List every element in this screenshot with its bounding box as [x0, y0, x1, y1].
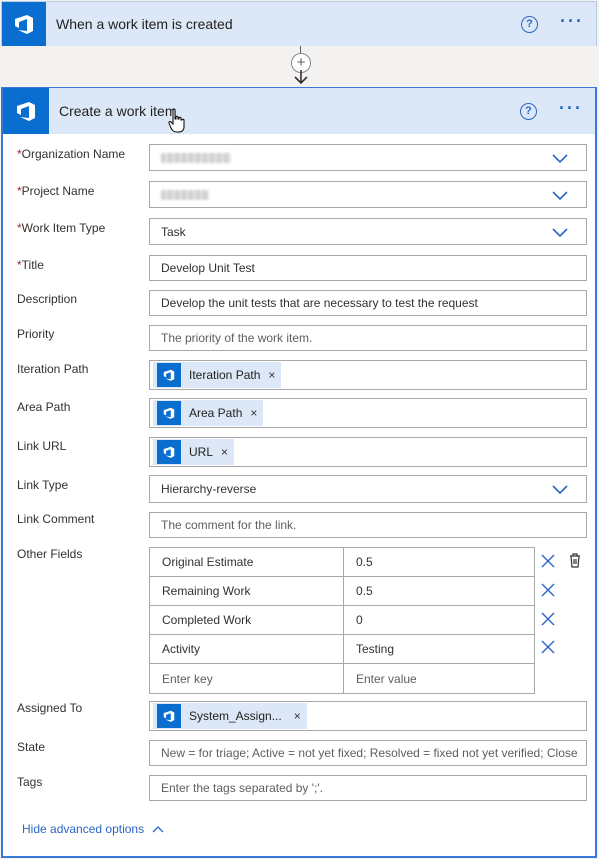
delete-x-icon[interactable] — [541, 554, 555, 568]
dynamic-content-token[interactable]: Area Path × — [153, 400, 264, 426]
dynamic-content-token[interactable]: Iteration Path × — [153, 362, 282, 388]
field-value-input[interactable]: Testing — [344, 635, 534, 663]
chevron-down-icon[interactable] — [552, 154, 568, 164]
organization-dropdown[interactable] — [149, 144, 587, 171]
more-options-icon[interactable]: ··· — [559, 99, 583, 119]
azure-devops-logo-icon — [157, 363, 181, 387]
token-label: System_Assign... — [189, 709, 282, 723]
azure-devops-logo-icon — [3, 88, 49, 134]
tags-placeholder: Enter the tags separated by ';'. — [161, 781, 324, 795]
trigger-title: When a work item is created — [56, 16, 233, 32]
token-label: Iteration Path — [189, 368, 261, 382]
dynamic-content-token[interactable]: URL × — [153, 439, 235, 465]
new-key-input[interactable]: Enter key — [150, 664, 344, 693]
help-icon[interactable]: ? — [521, 15, 539, 33]
azure-devops-logo-icon — [2, 2, 46, 46]
redacted-value — [161, 189, 209, 200]
hide-advanced-options-link[interactable]: Hide advanced options — [22, 822, 164, 836]
work-item-type-value: Task — [161, 224, 186, 239]
delete-x-icon[interactable] — [541, 612, 555, 626]
area-path-input[interactable]: Area Path × — [149, 398, 587, 428]
priority-label: Priority — [17, 327, 55, 341]
work-item-type-label: *Work Item Type — [17, 221, 106, 235]
assigned-to-input[interactable]: System_Assign... × — [149, 701, 587, 731]
token-label: Area Path — [189, 406, 243, 420]
priority-input[interactable]: The priority of the work item. — [149, 325, 587, 351]
step-connector: + — [291, 46, 311, 86]
token-remove-icon[interactable]: × — [250, 406, 257, 420]
title-input[interactable]: Develop Unit Test — [149, 255, 587, 281]
token-remove-icon[interactable]: × — [221, 445, 228, 459]
more-options-icon[interactable]: ··· — [560, 12, 584, 32]
other-fields-label: Other Fields — [17, 547, 83, 561]
field-key-input[interactable]: Activity — [150, 635, 344, 663]
assigned-to-label: Assigned To — [17, 701, 83, 715]
iteration-path-label: Iteration Path — [17, 362, 89, 376]
state-label: State — [17, 740, 46, 754]
chevron-down-icon[interactable] — [552, 191, 568, 201]
field-value-input[interactable]: 0 — [344, 606, 534, 634]
help-icon[interactable]: ? — [520, 102, 538, 120]
field-value-input[interactable]: 0.5 — [344, 577, 534, 605]
chevron-down-icon[interactable] — [552, 485, 568, 495]
azure-devops-logo-icon — [157, 401, 181, 425]
action-header[interactable]: Create a work item ? ··· — [3, 88, 595, 134]
table-row: Enter key Enter value — [150, 664, 534, 693]
state-placeholder: New = for triage; Active = not yet fixed… — [161, 746, 578, 760]
link-comment-label: Link Comment — [17, 512, 95, 526]
link-comment-placeholder: The comment for the link. — [161, 518, 297, 532]
link-type-dropdown[interactable]: Hierarchy-reverse — [149, 475, 587, 503]
work-item-type-dropdown[interactable]: Task — [149, 218, 587, 245]
project-label: *Project Name — [17, 184, 95, 198]
chevron-down-icon[interactable] — [552, 228, 568, 238]
arrow-down-icon — [294, 70, 308, 84]
priority-placeholder: The priority of the work item. — [161, 331, 313, 345]
field-key-input[interactable]: Original Estimate — [150, 548, 344, 576]
redacted-value — [161, 152, 231, 163]
token-remove-icon[interactable]: × — [268, 368, 275, 382]
trash-icon[interactable] — [568, 552, 582, 568]
trigger-header[interactable]: When a work item is created ? ··· — [2, 2, 596, 46]
link-url-label: Link URL — [17, 439, 67, 453]
action-title: Create a work item — [59, 103, 177, 119]
table-row: Completed Work 0 — [150, 606, 534, 635]
azure-devops-logo-icon — [157, 704, 181, 728]
chevron-up-icon — [152, 826, 164, 833]
action-card: Create a work item ? ··· *Organization N… — [1, 87, 597, 858]
other-fields-table: Original Estimate 0.5 Remaining Work 0.5… — [149, 547, 535, 694]
azure-devops-logo-icon — [157, 440, 181, 464]
tags-label: Tags — [17, 775, 43, 789]
field-value-input[interactable]: 0.5 — [344, 548, 534, 576]
iteration-path-input[interactable]: Iteration Path × — [149, 360, 587, 390]
hand-cursor-icon — [168, 108, 185, 133]
description-value: Develop the unit tests that are necessar… — [161, 296, 478, 310]
link-type-value: Hierarchy-reverse — [161, 482, 257, 496]
field-key-input[interactable]: Remaining Work — [150, 577, 344, 605]
tags-input[interactable]: Enter the tags separated by ';'. — [149, 775, 587, 801]
organization-label: *Organization Name — [17, 147, 126, 161]
area-path-label: Area Path — [17, 400, 71, 414]
link-comment-input[interactable]: The comment for the link. — [149, 512, 587, 538]
token-label: URL — [189, 445, 214, 459]
title-value: Develop Unit Test — [161, 261, 255, 275]
delete-x-icon[interactable] — [541, 583, 555, 597]
table-row: Remaining Work 0.5 — [150, 577, 534, 606]
hide-advanced-label: Hide advanced options — [22, 822, 145, 836]
new-value-input[interactable]: Enter value — [344, 664, 534, 693]
field-key-input[interactable]: Completed Work — [150, 606, 344, 634]
title-label: *Title — [17, 258, 44, 272]
table-row: Original Estimate 0.5 — [150, 548, 534, 577]
delete-x-icon[interactable] — [541, 640, 555, 654]
trigger-card[interactable]: When a work item is created ? ··· — [1, 1, 597, 46]
dynamic-content-token[interactable]: System_Assign... × — [153, 703, 307, 729]
state-input[interactable]: New = for triage; Active = not yet fixed… — [149, 740, 587, 766]
token-remove-icon[interactable]: × — [294, 709, 301, 723]
link-type-label: Link Type — [17, 478, 69, 492]
table-row: Activity Testing — [150, 635, 534, 664]
description-input[interactable]: Develop the unit tests that are necessar… — [149, 290, 587, 316]
link-url-input[interactable]: URL × — [149, 437, 587, 467]
project-dropdown[interactable] — [149, 181, 587, 208]
description-label: Description — [17, 292, 78, 306]
